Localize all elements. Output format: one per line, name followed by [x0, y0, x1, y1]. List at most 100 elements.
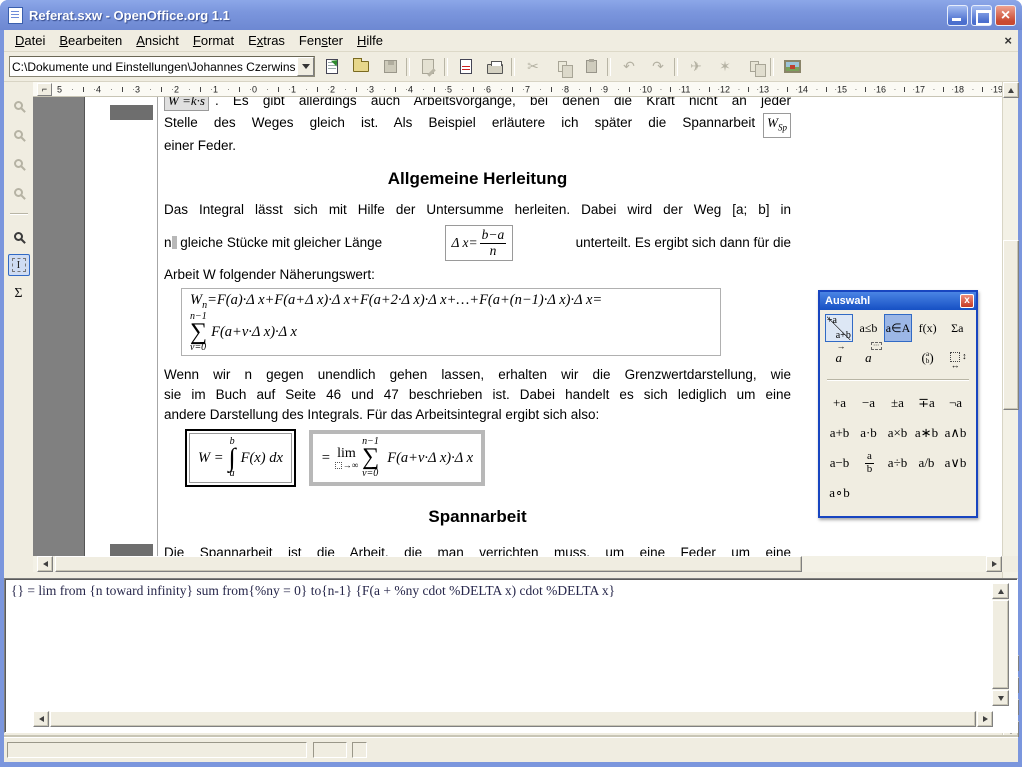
- menu-item-bearbeiten[interactable]: Bearbeiten: [52, 31, 129, 50]
- menu-item-fenster[interactable]: Fenster: [292, 31, 350, 50]
- menu-item-datei[interactable]: Datei: [8, 31, 52, 50]
- symbol-button[interactable]: a·b: [854, 418, 883, 448]
- formula-command-window[interactable]: {} = lim from {n toward infinity} sum fr…: [4, 578, 1018, 733]
- formula-object-deltax[interactable]: Δ x= b−an: [445, 225, 514, 260]
- auswahl-title-bar[interactable]: Auswahl x: [820, 292, 976, 310]
- menu-item-format[interactable]: Format: [186, 31, 241, 50]
- horizontal-scroll-thumb[interactable]: [55, 556, 802, 572]
- zoom-out-button[interactable]: [8, 123, 30, 145]
- scroll-down-button[interactable]: [992, 690, 1009, 706]
- print-file-button[interactable]: [483, 55, 507, 79]
- menu-item-extras[interactable]: Extras: [241, 31, 292, 50]
- symbol-button[interactable]: a÷b: [883, 448, 912, 478]
- symbol-button[interactable]: ab: [854, 448, 883, 478]
- symbol-button[interactable]: a×b: [883, 418, 912, 448]
- command-vertical-scrollbar[interactable]: [992, 583, 1009, 706]
- formula-cursor-button[interactable]: I: [8, 254, 30, 276]
- toolbar-separator: [603, 56, 612, 78]
- document-horizontal-scrollbar[interactable]: [33, 556, 1002, 572]
- menu-item-hilfe[interactable]: Hilfe: [350, 31, 390, 50]
- symbol-button[interactable]: a/b: [912, 448, 941, 478]
- sum-symbol: ∑: [190, 322, 207, 344]
- copy-icon: [558, 61, 567, 72]
- update-view-button[interactable]: [8, 225, 30, 247]
- tab-selector-button[interactable]: ⌐: [37, 83, 52, 96]
- command-horizontal-scrollbar[interactable]: [33, 711, 993, 727]
- export-pdf-button[interactable]: [454, 55, 478, 79]
- category-attributes-button[interactable]: →a: [825, 344, 853, 372]
- document-close-icon[interactable]: ×: [1004, 33, 1012, 48]
- zoom-in-icon: [14, 101, 23, 110]
- symbol-grid: +a−a±a∓a¬a a+ba·ba×ba∗ba∧b a−baba÷ba/ba∨b a…: [825, 388, 971, 508]
- brackets-icon: (ab): [921, 350, 933, 366]
- category-unary-binary-operators-button[interactable]: +aa+b: [825, 314, 853, 342]
- scroll-left-button[interactable]: [37, 556, 53, 572]
- ruler-mark: 11··: [681, 82, 720, 96]
- status-bar: [4, 737, 1018, 761]
- auswahl-close-button[interactable]: x: [960, 294, 974, 308]
- sum-symbol: ∑: [362, 447, 379, 469]
- formula-object-integral-selected[interactable]: W = b ∫ a F(x) dx: [185, 429, 296, 487]
- formula-object-inline[interactable]: W =k·s: [164, 97, 209, 111]
- category-operators-button[interactable]: Σa: [943, 314, 971, 342]
- stylist-icon: ✶: [719, 58, 731, 75]
- zoom-in-button[interactable]: [8, 94, 30, 116]
- category-brackets-button[interactable]: (ab): [914, 344, 942, 372]
- paragraph-line: Arbeit W folgender Näherungswert:: [164, 265, 791, 285]
- zoom-out-icon: [14, 130, 23, 139]
- divider: [827, 379, 969, 381]
- minimize-button[interactable]: [947, 5, 968, 26]
- zoom-all-button[interactable]: [8, 181, 30, 203]
- toolbar-separator: [402, 56, 411, 78]
- formula-object-naeherungswert[interactable]: Wn=F(a)·Δ x+F(a+Δ x)·Δ x+F(a+2·Δ x)·Δ x+…: [181, 288, 721, 356]
- stylist-button: ✶: [713, 55, 737, 79]
- maximize-button[interactable]: [971, 5, 992, 26]
- scroll-right-button[interactable]: [977, 711, 993, 727]
- vertical-scroll-thumb[interactable]: [992, 600, 1009, 689]
- scroll-up-button[interactable]: [1003, 82, 1019, 98]
- menu-item-ansicht[interactable]: Ansicht: [129, 31, 186, 50]
- auswahl-window[interactable]: Auswahl x +aa+ba≤ba∈Af(x)Σa →aa⋯(ab)↕↔ +…: [818, 290, 978, 518]
- operators-icon: Σa: [951, 321, 963, 336]
- horizontal-ruler[interactable]: ⌐ 5··4··3··2··1··0··1··2··3··4··5··6··7·…: [33, 82, 1002, 97]
- category-functions-button[interactable]: f(x): [914, 314, 942, 342]
- url-input[interactable]: [10, 60, 297, 74]
- category-others-button[interactable]: a⋯: [855, 344, 883, 372]
- category-set-operations-button[interactable]: a∈A: [884, 314, 912, 342]
- symbol-button[interactable]: +a: [825, 388, 854, 418]
- scroll-up-button[interactable]: [992, 583, 1009, 599]
- symbols-catalog-button[interactable]: Σ: [8, 283, 30, 305]
- formula-command-text[interactable]: {} = lim from {n toward infinity} sum fr…: [11, 583, 987, 599]
- category-relations-button[interactable]: a≤b: [855, 314, 883, 342]
- scroll-left-button[interactable]: [33, 711, 49, 727]
- toolbar-separator: [10, 213, 28, 215]
- symbol-button[interactable]: ¬a: [941, 388, 970, 418]
- symbol-button[interactable]: a−b: [825, 448, 854, 478]
- title-bar[interactable]: Referat.sxw - OpenOffice.org 1.1: [0, 0, 1022, 30]
- formula-object-wsp[interactable]: WSp: [763, 113, 791, 138]
- symbol-button[interactable]: a∗b: [912, 418, 941, 448]
- symbol-button[interactable]: ±a: [883, 388, 912, 418]
- integral-symbol: ∫: [229, 447, 236, 469]
- symbol-button[interactable]: ∓a: [912, 388, 941, 418]
- symbol-button[interactable]: a∘b: [825, 478, 854, 508]
- zoom-100-button[interactable]: [8, 152, 30, 174]
- scrollbar-corner: [1002, 556, 1018, 572]
- url-combobox[interactable]: [9, 56, 315, 77]
- horizontal-scroll-thumb[interactable]: [50, 711, 976, 727]
- symbol-button[interactable]: a∧b: [941, 418, 970, 448]
- category-formats-button[interactable]: ↕↔: [943, 344, 971, 372]
- symbol-button[interactable]: −a: [854, 388, 883, 418]
- close-button[interactable]: [995, 5, 1016, 26]
- new-document-button[interactable]: [320, 55, 344, 79]
- formula-object-limit-editing[interactable]: = lim →∞ n−1 ∑ ν=0 F(a+ν·Δ x)·Δ x: [309, 430, 485, 486]
- symbol-button[interactable]: a+b: [825, 418, 854, 448]
- gallery-button[interactable]: [780, 55, 804, 79]
- ruler-mark: 8··: [564, 82, 603, 96]
- scroll-right-button[interactable]: [986, 556, 1002, 572]
- vertical-scroll-thumb[interactable]: [1003, 240, 1019, 410]
- url-dropdown-button[interactable]: [297, 57, 314, 76]
- edit-file-button: [416, 55, 440, 79]
- open-document-button[interactable]: [349, 55, 373, 79]
- symbol-button[interactable]: a∨b: [941, 448, 970, 478]
